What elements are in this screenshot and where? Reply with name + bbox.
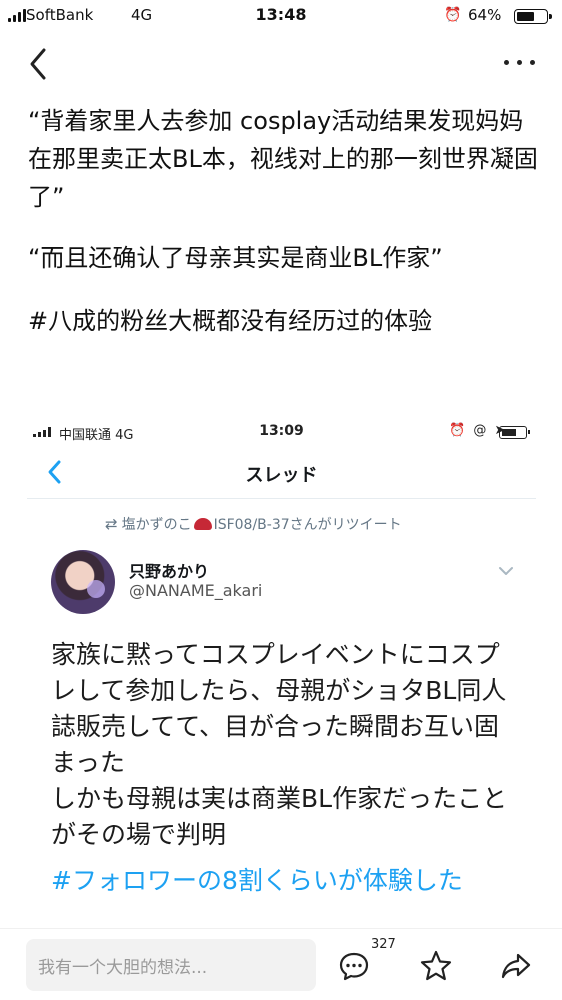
embedded-nav: スレッド [27,447,536,499]
retweet-indicator: ⇄ 塩かずのこ ISF08/B-37さんがリツイート [105,515,402,533]
tweet-text-2: しかも母親は実は商業BL作家だったことがその場で判明 [51,784,508,849]
alarm-icon: ⏰ [444,7,462,23]
back-button[interactable] [22,44,58,84]
hat-emoji-icon [193,518,212,530]
chevron-down-icon [499,567,513,575]
tweet-hashtag: #フォロワーの8割くらいが体験した [51,866,463,895]
share-arrow-icon[interactable] [499,949,533,983]
comment-input[interactable]: 我有一个大胆的想法... [26,939,316,991]
star-icon[interactable] [419,949,453,983]
chevron-left-icon [30,48,46,80]
battery-icon [514,9,552,24]
more-dots-icon [503,59,509,65]
avatar [51,550,115,614]
retweet-icon: ⇄ [105,515,118,533]
embedded-nav-title: スレッド [245,465,318,486]
status-bar: SoftBank 4G 13:48 ⏰ 64% [0,0,562,32]
author-name: 只野あかり [129,562,210,581]
tweet-body: 家族に黙ってコスプレイベントにコスプレして参加したら、母親がショタBL同人誌販売… [51,637,521,899]
post-paragraph-1: “背着家里人去参加 cosplay活动结果发现妈妈在那里卖正太BL本，视线对上的… [28,107,538,211]
post-paragraph-2: “而且还确认了母亲其实是商业BL作家” [28,244,443,272]
tweet-text-1: 家族に黙ってコスプレイベントにコスプレして参加したら、母親がショタBL同人誌販売… [51,640,507,777]
post-hashtag[interactable]: #八成的粉丝大概都没有经历过的体验 [28,302,543,340]
battery-percent: 64% [468,6,502,24]
comment-count: 327 [371,937,396,952]
comment-bubble-icon[interactable] [337,949,371,983]
embedded-status-bar: 中国联通 4G 13:09 ⏰ @ ➤ [27,417,536,447]
more-options-button[interactable] [496,50,542,74]
nav-bar [0,32,562,94]
bottom-bar: 我有一个大胆的想法... 327 [0,928,562,1000]
post-content: “背着家里人去参加 cosplay活动结果发现妈妈在那里卖正太BL本，视线对上的… [28,102,543,365]
embedded-screenshot[interactable]: 中国联通 4G 13:09 ⏰ @ ➤ スレッド ⇄ 塩かずのこ ISF08/B-3… [27,417,536,932]
author-handle: @NANAME_akari [129,581,263,600]
embedded-battery-icon [499,426,530,439]
